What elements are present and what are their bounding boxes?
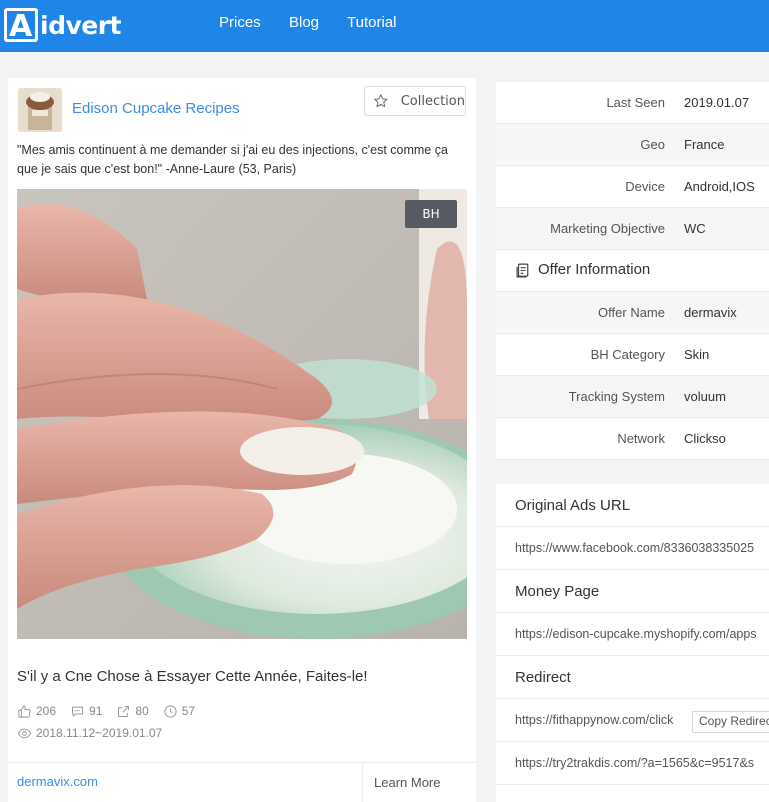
nav-prices[interactable]: Prices <box>219 0 261 48</box>
comments-count: 91 <box>89 704 103 718</box>
redirect-url-1[interactable]: https://fithappynow.com/click <box>515 713 673 727</box>
card-footer-divider <box>8 762 476 763</box>
detail-value: Android,IOS <box>684 179 755 194</box>
copy-redirect-button[interactable]: Copy Redirect <box>692 711 769 733</box>
nav-blog[interactable]: Blog <box>289 0 319 48</box>
ad-urls-panel: Original Ads URL https://www.facebook.co… <box>496 484 769 802</box>
redirect-title: Redirect <box>496 656 769 699</box>
money-page-url[interactable]: https://edison-cupcake.myshopify.com/app… <box>496 613 769 656</box>
redirect-url-2[interactable]: https://try2trakdis.com/?a=1565&c=9517&s <box>496 742 769 785</box>
ad-body-text: "Mes amis continuent à me demander si j'… <box>17 143 448 176</box>
offer-row-offer-name: Offer Name dermavix <box>496 292 769 334</box>
site-logo[interactable]: A idvert <box>4 6 122 44</box>
offer-row-bh-category: BH Category Skin <box>496 334 769 376</box>
detail-value: 2019.01.07 <box>684 95 750 110</box>
detail-row-marketing-objective: Marketing Objective WC <box>496 208 769 250</box>
money-page-title: Money Page <box>496 570 769 613</box>
duration-stat: 57 <box>163 704 195 719</box>
cream-jar-photo <box>17 189 467 639</box>
detail-label: Geo <box>640 137 665 152</box>
offer-value: Clickso <box>684 431 726 446</box>
ad-creative-image[interactable] <box>17 189 467 639</box>
offer-label: Network <box>617 431 665 446</box>
ad-card: Edison Cupcake Recipes Collection "Mes a… <box>8 78 476 802</box>
eye-icon <box>17 728 32 738</box>
offer-information-header: Offer Information <box>496 250 769 292</box>
collection-label: Collection <box>400 93 465 109</box>
top-navigation-bar: A idvert Prices Blog Tutorial <box>0 0 769 52</box>
ad-headline: S'il y a Cne Chose à Essayer Cette Année… <box>17 668 368 685</box>
offer-value: Skin <box>684 347 710 362</box>
star-icon <box>374 94 388 108</box>
detail-label: Device <box>625 179 665 194</box>
shares-count: 80 <box>135 704 149 718</box>
ad-details-panel: Last Seen 2019.01.07 Geo France Device A… <box>496 82 769 460</box>
detail-value: France <box>684 137 725 152</box>
shares-stat: 80 <box>116 704 149 719</box>
logo-text: idvert <box>40 10 122 40</box>
document-icon <box>516 263 529 278</box>
share-icon <box>118 705 130 717</box>
offer-row-tracking-system: Tracking System voluum <box>496 376 769 418</box>
offer-information-title: Offer Information <box>538 261 651 278</box>
avatar-image <box>18 88 62 132</box>
engagement-stats: 206 91 80 57 <box>17 702 209 720</box>
offer-label: Tracking System <box>568 389 665 404</box>
advertiser-page-name[interactable]: Edison Cupcake Recipes <box>72 100 240 117</box>
offer-row-network: Network Clickso <box>496 418 769 460</box>
date-range-text: 2018.11.12~2019.01.07 <box>36 726 163 740</box>
offer-label: Offer Name <box>598 305 665 320</box>
offer-label: BH Category <box>590 347 665 362</box>
seen-date-range: 2018.11.12~2019.01.07 <box>17 724 162 742</box>
comments-stat: 91 <box>70 704 102 719</box>
detail-row-device: Device Android,IOS <box>496 166 769 208</box>
collection-button[interactable]: Collection <box>364 86 466 116</box>
likes-count: 206 <box>36 704 57 718</box>
detail-label: Marketing Objective <box>550 221 665 236</box>
detail-label: Last Seen <box>606 95 665 110</box>
offer-value: dermavix <box>684 305 737 320</box>
redirect-row-1: https://fithappynow.com/click Copy Redir… <box>496 699 769 742</box>
detail-row-geo: Geo France <box>496 124 769 166</box>
likes-stat: 206 <box>17 704 56 719</box>
bh-badge: BH <box>405 200 457 228</box>
cta-separator <box>362 763 363 802</box>
logo-mark: A <box>4 8 38 42</box>
comment-icon <box>72 706 83 716</box>
landing-domain-link[interactable]: dermavix.com <box>17 774 98 789</box>
learn-more-button[interactable]: Learn More <box>374 775 440 790</box>
page-avatar[interactable] <box>18 88 62 132</box>
nav-tutorial[interactable]: Tutorial <box>347 0 396 48</box>
clock-icon <box>164 704 177 718</box>
original-ads-url[interactable]: https://www.facebook.com/8336038335025 <box>496 527 769 570</box>
duration-count: 57 <box>181 704 196 718</box>
thumbs-up-icon <box>18 704 31 718</box>
offer-value: voluum <box>684 389 726 404</box>
detail-row-last-seen: Last Seen 2019.01.07 <box>496 82 769 124</box>
original-ads-url-title: Original Ads URL <box>496 484 769 527</box>
detail-value: WC <box>684 221 706 236</box>
